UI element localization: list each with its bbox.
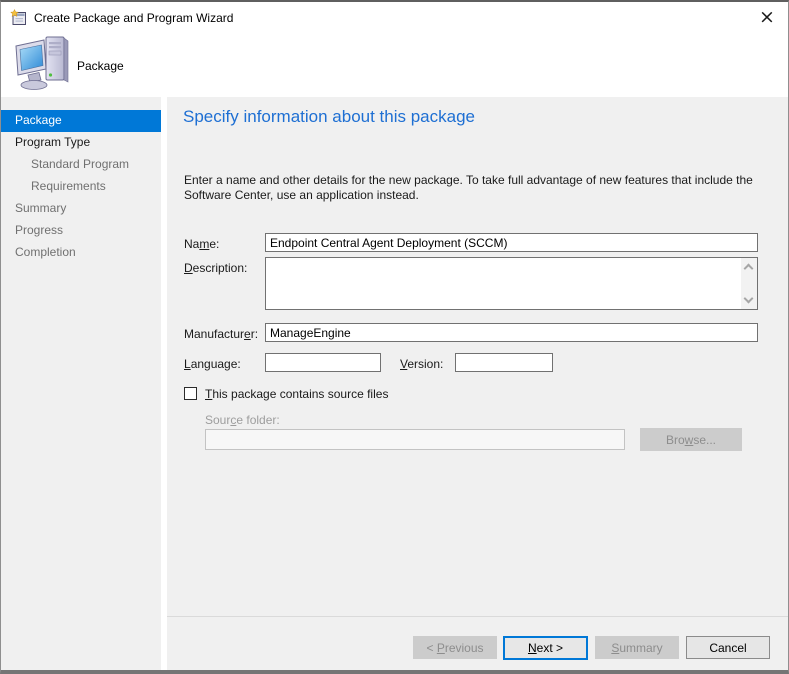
language-input[interactable] bbox=[265, 353, 381, 372]
name-input[interactable] bbox=[265, 233, 758, 252]
sidebar-item-program-type[interactable]: Program Type bbox=[1, 132, 161, 154]
window-title: Create Package and Program Wizard bbox=[34, 11, 233, 25]
banner-title: Package bbox=[77, 59, 124, 73]
browse-button: Browse... bbox=[640, 428, 742, 451]
sidebar-item-completion[interactable]: Completion bbox=[1, 242, 161, 264]
wizard-steps-sidebar: Package Program Type Standard Program Re… bbox=[1, 97, 161, 670]
sidebar-item-requirements[interactable]: Requirements bbox=[1, 176, 161, 198]
sidebar-item-progress[interactable]: Progress bbox=[1, 220, 161, 242]
scroll-down-icon[interactable] bbox=[744, 294, 754, 304]
language-label: Language: bbox=[184, 357, 241, 371]
footer-divider bbox=[167, 616, 788, 617]
summary-button: Summary bbox=[595, 636, 679, 659]
version-input[interactable] bbox=[455, 353, 553, 372]
source-folder-label: Source folder: bbox=[205, 413, 280, 427]
intro-text: Enter a name and other details for the n… bbox=[184, 173, 764, 202]
manufacturer-label: Manufacturer: bbox=[184, 327, 258, 341]
wizard-body: Package Program Type Standard Program Re… bbox=[1, 97, 788, 670]
source-folder-input bbox=[205, 429, 625, 450]
source-files-label: This package contains source files bbox=[205, 387, 388, 401]
title-bar: Create Package and Program Wizard × bbox=[1, 2, 788, 33]
next-button[interactable]: Next > bbox=[503, 636, 588, 660]
description-scrollbar[interactable] bbox=[741, 258, 757, 309]
version-label: Version: bbox=[400, 357, 443, 371]
wizard-content-pane: Specify information about this package E… bbox=[167, 97, 788, 670]
description-input[interactable] bbox=[265, 257, 758, 310]
wizard-window: Create Package and Program Wizard × bbox=[0, 0, 789, 674]
package-computer-icon bbox=[15, 36, 72, 92]
page-title: Specify information about this package bbox=[183, 107, 475, 127]
previous-button: < Previous bbox=[413, 636, 497, 659]
manufacturer-input[interactable] bbox=[265, 323, 758, 342]
scroll-up-icon[interactable] bbox=[744, 264, 754, 274]
sidebar-item-package[interactable]: Package bbox=[1, 110, 161, 132]
sidebar-item-standard-program[interactable]: Standard Program bbox=[1, 154, 161, 176]
cancel-button[interactable]: Cancel bbox=[686, 636, 770, 659]
close-icon[interactable]: × bbox=[746, 2, 788, 33]
sidebar-item-summary[interactable]: Summary bbox=[1, 198, 161, 220]
description-edit-area[interactable] bbox=[266, 258, 740, 309]
description-label: Description: bbox=[184, 261, 247, 275]
name-label: Name: bbox=[184, 237, 219, 251]
wizard-app-icon bbox=[10, 9, 27, 26]
wizard-banner: Package bbox=[1, 33, 788, 97]
source-files-checkbox[interactable] bbox=[184, 387, 197, 400]
